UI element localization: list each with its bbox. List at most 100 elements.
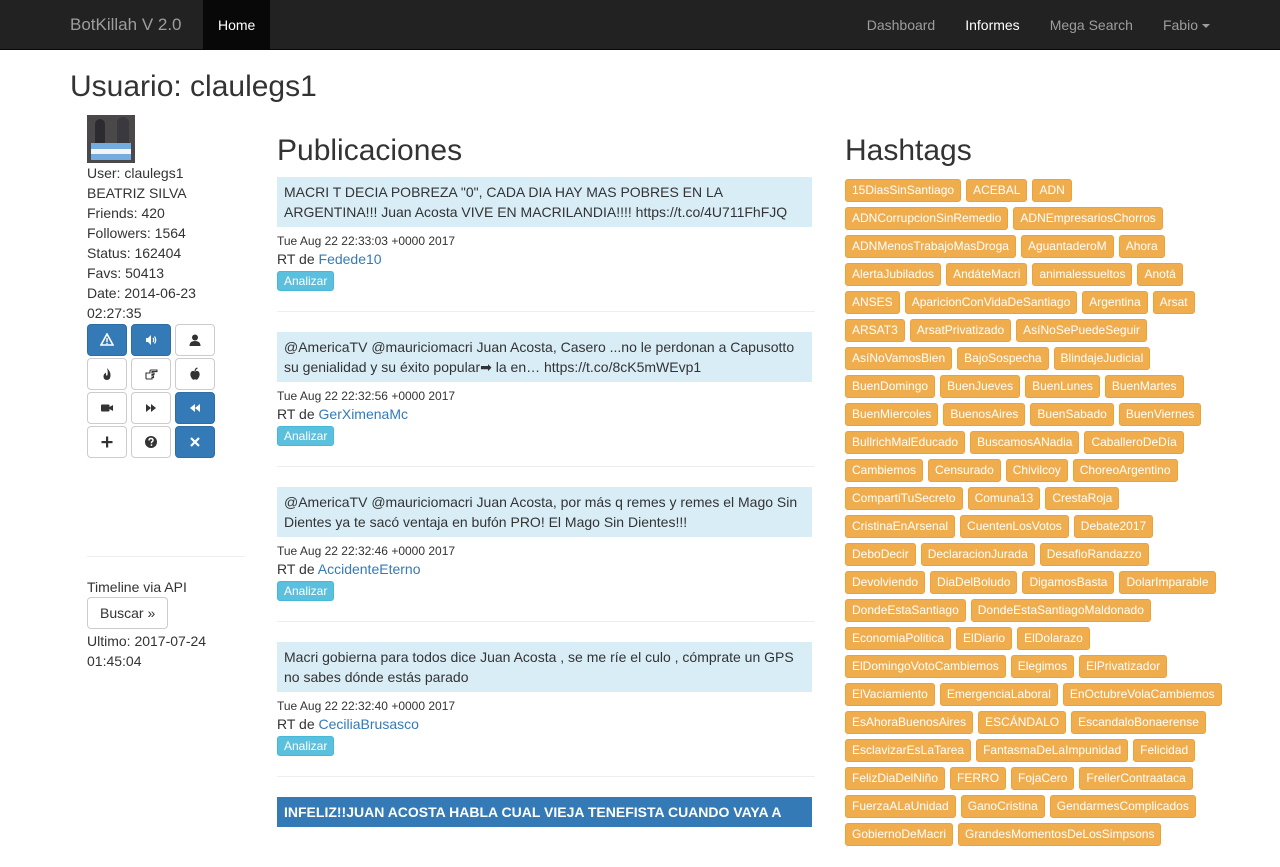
hashtag-label[interactable]: ElDiario xyxy=(956,627,1013,650)
hashtag-label[interactable]: CrestaRoja xyxy=(1045,487,1120,510)
hashtag-label[interactable]: ESCÁNDALO xyxy=(978,711,1067,734)
hashtag-label[interactable]: FelizDiaDelNiño xyxy=(845,767,946,790)
hashtag-label[interactable]: DigamosBasta xyxy=(1022,571,1115,594)
hashtag-label[interactable]: AguantaderoM xyxy=(1020,235,1114,258)
hashtag-label[interactable]: FojaCero xyxy=(1011,767,1075,790)
nav-mega-search[interactable]: Mega Search xyxy=(1035,0,1148,49)
post-author-link[interactable]: GerXimenaMc xyxy=(319,406,408,422)
hashtag-label[interactable]: Debate2017 xyxy=(1073,515,1154,538)
hashtag-label[interactable]: ADNCorrupcionSinRemedio xyxy=(845,207,1009,230)
hashtag-label[interactable]: GendarmesComplicados xyxy=(1049,795,1196,818)
fire-button[interactable] xyxy=(87,358,127,390)
hashtag-label[interactable]: ArsatPrivatizado xyxy=(909,319,1012,342)
hand-point-button[interactable] xyxy=(131,358,171,390)
post-author-link[interactable]: Fedede10 xyxy=(319,251,382,267)
hashtag-label[interactable]: AparicionConVidaDeSantiago xyxy=(904,291,1078,314)
hashtag-label[interactable]: FERRO xyxy=(950,767,1007,790)
apple-button[interactable] xyxy=(175,358,215,390)
hashtag-label[interactable]: ElDolarazo xyxy=(1017,627,1090,650)
warning-button[interactable] xyxy=(87,324,127,356)
analizar-button[interactable]: Analizar xyxy=(277,426,335,446)
hashtag-label[interactable]: Chivilcoy xyxy=(1005,459,1068,482)
hashtag-label[interactable]: EsclavizarEsLaTarea xyxy=(845,739,972,762)
post-author-link[interactable]: AccidenteEterno xyxy=(318,561,421,577)
hashtag-label[interactable]: ElDomingoVotoCambiemos xyxy=(845,655,1006,678)
hashtag-label[interactable]: AndáteMacri xyxy=(946,263,1028,286)
hashtag-label[interactable]: AsíNoSePuedeSeguir xyxy=(1016,319,1147,342)
hashtag-label[interactable]: GrandesMomentosDeLosSimpsons xyxy=(958,823,1162,846)
analizar-button[interactable]: Analizar xyxy=(277,736,335,756)
nav-dashboard[interactable]: Dashboard xyxy=(852,0,951,49)
nav-home[interactable]: Home xyxy=(203,0,271,49)
hashtag-label[interactable]: Arsat xyxy=(1152,291,1195,314)
hashtag-label[interactable]: BuenSabado xyxy=(1030,403,1114,426)
hashtag-label[interactable]: EmergenciaLaboral xyxy=(939,683,1058,706)
hashtag-label[interactable]: BullrichMalEducado xyxy=(845,431,966,454)
hashtag-label[interactable]: ARSAT3 xyxy=(845,319,905,342)
user-button[interactable] xyxy=(175,324,215,356)
hashtag-label[interactable]: AsíNoVamosBien xyxy=(845,347,953,370)
hashtag-label[interactable]: BlindajeJudicial xyxy=(1053,347,1151,370)
hashtag-label[interactable]: animalessueltos xyxy=(1032,263,1133,286)
hashtag-label[interactable]: DesafioRandazzo xyxy=(1039,543,1149,566)
nav-user-dropdown[interactable]: Fabio xyxy=(1148,0,1225,49)
brand-link[interactable]: BotKillah V 2.0 xyxy=(0,0,203,49)
hashtag-label[interactable]: ADNEmpresariosChorros xyxy=(1013,207,1163,230)
nav-informes[interactable]: Informes xyxy=(950,0,1034,49)
hashtag-label[interactable]: EconomiaPolitica xyxy=(845,627,952,650)
hashtag-label[interactable]: EnOctubreVolaCambiemos xyxy=(1062,683,1222,706)
hashtag-label[interactable]: ChoreoArgentino xyxy=(1072,459,1178,482)
hashtag-label[interactable]: BuenViernes xyxy=(1118,403,1202,426)
hashtag-label[interactable]: FuerzaALaUnidad xyxy=(845,795,956,818)
hashtag-label[interactable]: CuentenLosVotos xyxy=(960,515,1069,538)
hashtag-label[interactable]: DeclaracionJurada xyxy=(920,543,1035,566)
hashtag-label[interactable]: EscandaloBonaerense xyxy=(1071,711,1206,734)
hashtag-label[interactable]: GobiernoDeMacri xyxy=(845,823,954,846)
hashtag-label[interactable]: CristinaEnArsenal xyxy=(845,515,956,538)
hashtag-label[interactable]: FreilerContraataca xyxy=(1079,767,1193,790)
hashtag-label[interactable]: BuenMartes xyxy=(1104,375,1184,398)
hashtag-label[interactable]: BuenLunes xyxy=(1025,375,1100,398)
hashtag-label[interactable]: Cambiemos xyxy=(845,459,924,482)
hashtag-label[interactable]: BajoSospecha xyxy=(957,347,1049,370)
hashtag-label[interactable]: ACEBAL xyxy=(966,179,1028,202)
hashtag-label[interactable]: BuenosAires xyxy=(943,403,1026,426)
hashtag-label[interactable]: ADN xyxy=(1032,179,1072,202)
hashtag-label[interactable]: ElVaciamiento xyxy=(845,683,935,706)
hashtag-label[interactable]: CompartiTuSecreto xyxy=(845,487,963,510)
hashtag-label[interactable]: ADNMenosTrabajoMasDroga xyxy=(845,235,1016,258)
video-button[interactable] xyxy=(87,392,127,424)
hashtag-label[interactable]: 15DiasSinSantiago xyxy=(845,179,962,202)
hashtag-label[interactable]: ElPrivatizador xyxy=(1079,655,1168,678)
hashtag-label[interactable]: BuenJueves xyxy=(940,375,1021,398)
hashtag-label[interactable]: DondeEstaSantiago xyxy=(845,599,966,622)
hashtag-label[interactable]: Censurado xyxy=(928,459,1001,482)
remove-button[interactable] xyxy=(175,426,215,458)
hashtag-label[interactable]: Felicidad xyxy=(1133,739,1196,762)
hashtag-label[interactable]: DolarImparable xyxy=(1119,571,1216,594)
analizar-button[interactable]: Analizar xyxy=(277,581,335,601)
hashtag-label[interactable]: BuscamosANadia xyxy=(970,431,1080,454)
hashtag-label[interactable]: FantasmaDeLaImpunidad xyxy=(976,739,1129,762)
fast-backward-button[interactable] xyxy=(175,392,215,424)
hashtag-label[interactable]: BuenDomingo xyxy=(845,375,936,398)
hashtag-label[interactable]: DondeEstaSantiagoMaldonado xyxy=(970,599,1151,622)
hashtag-label[interactable]: Elegimos xyxy=(1010,655,1075,678)
fast-forward-button[interactable] xyxy=(131,392,171,424)
hashtag-label[interactable]: Argentina xyxy=(1082,291,1148,314)
hashtag-label[interactable]: ANSES xyxy=(845,291,900,314)
buscar-button[interactable]: Buscar » xyxy=(87,597,169,629)
hashtag-label[interactable]: DiaDelBoludo xyxy=(930,571,1018,594)
hashtag-label[interactable]: Devolviendo xyxy=(845,571,926,594)
hashtag-label[interactable]: AlertaJubilados xyxy=(845,263,942,286)
hashtag-label[interactable]: Anotá xyxy=(1137,263,1183,286)
hashtag-label[interactable]: EsAhoraBuenosAires xyxy=(845,711,974,734)
analizar-button[interactable]: Analizar xyxy=(277,271,335,291)
add-button[interactable] xyxy=(87,426,127,458)
help-button[interactable] xyxy=(131,426,171,458)
hashtag-label[interactable]: BuenMiercoles xyxy=(845,403,939,426)
hashtag-label[interactable]: Ahora xyxy=(1118,235,1165,258)
volume-button[interactable] xyxy=(131,324,171,356)
hashtag-label[interactable]: GanoCristina xyxy=(960,795,1045,818)
hashtag-label[interactable]: CaballeroDeDía xyxy=(1084,431,1184,454)
